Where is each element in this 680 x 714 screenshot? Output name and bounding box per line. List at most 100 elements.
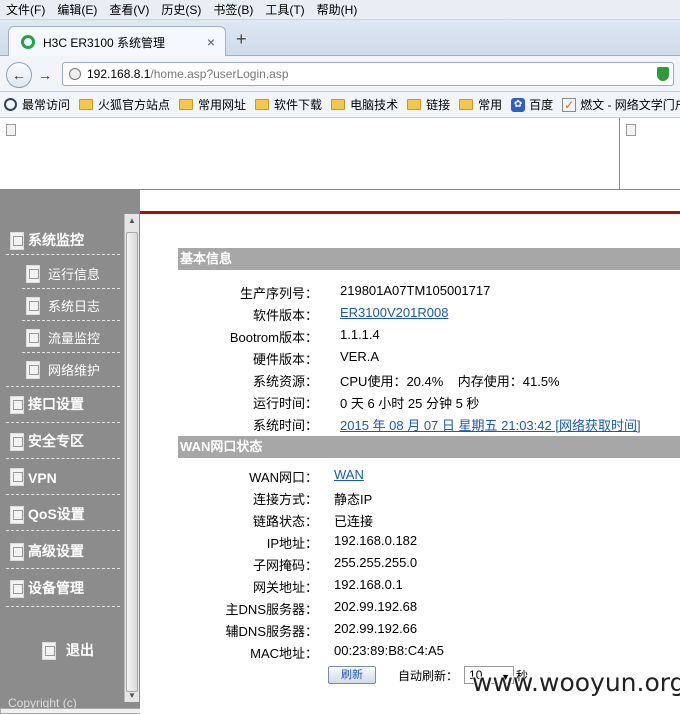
divider bbox=[6, 422, 120, 423]
bookmark-downloads[interactable]: 软件下载 bbox=[255, 96, 322, 113]
back-button[interactable]: ← bbox=[6, 62, 32, 88]
row-label: 系统资源： bbox=[252, 374, 318, 389]
menu-icon bbox=[10, 232, 24, 250]
sidebar-sub-traffic[interactable]: 流量监控 bbox=[26, 328, 100, 347]
paw-icon: ✿ bbox=[511, 97, 526, 112]
row-ip: IP地址： 192.168.0.182 bbox=[178, 530, 680, 552]
folder-icon bbox=[407, 99, 422, 110]
close-tab-icon[interactable]: × bbox=[207, 34, 215, 50]
sidebar-item-monitor[interactable]: 系统监控 bbox=[10, 230, 84, 250]
scroll-up-icon[interactable]: ▲ bbox=[127, 216, 137, 225]
row-label: 连接方式： bbox=[252, 492, 318, 507]
row-dns-primary: 主DNS服务器： 202.99.192.68 bbox=[178, 596, 680, 618]
sidebar-item-qos[interactable]: QoS设置 bbox=[10, 504, 85, 524]
row-wan-port: WAN网口： WAN bbox=[178, 464, 680, 486]
refresh-button[interactable]: 刷新 bbox=[328, 666, 376, 684]
row-label: 硬件版本： bbox=[252, 352, 318, 367]
folder-icon bbox=[179, 99, 194, 110]
menu-bar: 文件(F) 编辑(E) 查看(V) 历史(S) 书签(B) 工具(T) 帮助(H… bbox=[0, 0, 680, 20]
menu-icon bbox=[10, 580, 24, 598]
row-value: 255.255.255.0 bbox=[334, 555, 418, 570]
bookmark-label: 常用 bbox=[478, 98, 503, 112]
sidebar-scrollbar[interactable]: ▲ ▼ bbox=[124, 214, 139, 702]
folder-icon bbox=[331, 99, 346, 110]
bookmark-label: 火狐官方站点 bbox=[98, 98, 171, 112]
bookmark-links[interactable]: 链接 bbox=[407, 96, 450, 113]
sidebar-item-device[interactable]: 设备管理 bbox=[10, 578, 84, 598]
bookmark-pc-tech[interactable]: 电脑技术 bbox=[331, 96, 398, 113]
bookmark-firefox[interactable]: 火狐官方站点 bbox=[79, 96, 170, 113]
row-dns-secondary: 辅DNS服务器： 202.99.192.66 bbox=[178, 618, 680, 640]
row-label: 软件版本： bbox=[252, 308, 318, 323]
forward-button[interactable]: → bbox=[34, 64, 56, 86]
address-bar[interactable]: 192.168.8.1 /home.asp?userLogin.asp bbox=[62, 62, 674, 86]
bookmark-common[interactable]: 常用 bbox=[459, 96, 502, 113]
sidebar-sub-maintenance[interactable]: 网络维护 bbox=[26, 360, 100, 379]
top-frame bbox=[0, 118, 680, 190]
bookmark-label: 常用网址 bbox=[198, 98, 247, 112]
sidebar-item-advanced[interactable]: 高级设置 bbox=[10, 541, 84, 561]
menu-help[interactable]: 帮助(H) bbox=[317, 1, 358, 18]
bookmark-common-sites[interactable]: 常用网址 bbox=[179, 96, 246, 113]
divider bbox=[6, 254, 120, 255]
menu-view[interactable]: 查看(V) bbox=[109, 1, 149, 18]
tab-title: H3C ER3100 系统管理 bbox=[43, 35, 166, 50]
row-value: 219801A07TM105001717 bbox=[340, 283, 491, 298]
row-label: 主DNS服务器： bbox=[225, 602, 318, 617]
scroll-down-icon[interactable]: ▼ bbox=[127, 691, 137, 700]
menu-history[interactable]: 历史(S) bbox=[161, 1, 201, 18]
tab-strip: H3C ER3100 系统管理 × + bbox=[0, 20, 680, 57]
auto-refresh-label: 自动刷新： bbox=[398, 668, 459, 683]
sidebar-sub-runtime[interactable]: 运行信息 bbox=[26, 264, 100, 283]
menu-bookmarks[interactable]: 书签(B) bbox=[213, 1, 253, 18]
row-netmask: 子网掩码： 255.255.255.0 bbox=[178, 552, 680, 574]
sidebar-item-label: 设备管理 bbox=[28, 580, 84, 596]
row-value: CPU使用：20.4% 内存使用：41.5% bbox=[340, 374, 560, 389]
magnifier-icon bbox=[4, 98, 17, 111]
sidebar: 系统监控 运行信息 系统日志 流量监控 网络维护 接口设置 安全专区 VPN Q… bbox=[0, 190, 140, 714]
software-version-link[interactable]: ER3100V201R008 bbox=[340, 305, 448, 320]
logout-button[interactable]: 退出 bbox=[42, 640, 94, 660]
menu-icon bbox=[10, 543, 24, 561]
divider bbox=[6, 386, 120, 387]
shield-icon[interactable] bbox=[657, 67, 669, 81]
menu-file[interactable]: 文件(F) bbox=[6, 1, 45, 18]
sidebar-sub-label: 系统日志 bbox=[48, 299, 101, 314]
row-conn-type: 连接方式： 静态IP bbox=[178, 486, 680, 508]
bookmark-label: 最常访问 bbox=[22, 98, 71, 112]
menu-edit[interactable]: 编辑(E) bbox=[57, 1, 97, 18]
sidebar-item-security[interactable]: 安全专区 bbox=[10, 431, 84, 451]
bookmark-label: 燃文 - 网络文学门户 bbox=[580, 98, 680, 112]
globe-icon bbox=[69, 68, 81, 80]
system-time-link[interactable]: 2015 年 08 月 07 日 星期五 21:03:42 [网络获取时间] bbox=[340, 415, 641, 434]
broken-image-icon bbox=[626, 124, 636, 136]
watermark: www.wooyun.org bbox=[472, 668, 680, 697]
row-value: 192.168.0.1 bbox=[334, 577, 403, 592]
page-icon bbox=[26, 297, 40, 315]
page-icon bbox=[26, 329, 40, 347]
sidebar-sub-label: 流量监控 bbox=[48, 331, 101, 346]
divider bbox=[22, 320, 120, 321]
row-label: IP地址： bbox=[266, 536, 318, 551]
bookmark-most-visited[interactable]: 最常访问 bbox=[4, 96, 70, 113]
bookmark-baidu[interactable]: ✿ 百度 bbox=[511, 96, 553, 113]
menu-tools[interactable]: 工具(T) bbox=[265, 1, 304, 18]
tab-h3c[interactable]: H3C ER3100 系统管理 × bbox=[8, 26, 226, 57]
row-hardware: 硬件版本： VER.A bbox=[178, 346, 680, 368]
sidebar-item-interface[interactable]: 接口设置 bbox=[10, 394, 84, 414]
back-arrow-icon: ← bbox=[12, 67, 26, 83]
row-link-status: 链路状态： 已连接 bbox=[178, 508, 680, 530]
bookmark-ranwen[interactable]: ✓ 燃文 - 网络文学门户 bbox=[562, 96, 680, 113]
checkmark-icon: ✓ bbox=[562, 97, 577, 112]
wan-port-link[interactable]: WAN bbox=[334, 467, 364, 482]
new-tab-icon[interactable]: + bbox=[236, 29, 247, 50]
sidebar-item-vpn[interactable]: VPN bbox=[10, 468, 57, 486]
main-content: 基本信息 生产序列号： 219801A07TM105001717 软件版本： E… bbox=[140, 190, 680, 714]
sidebar-sub-syslog[interactable]: 系统日志 bbox=[26, 296, 100, 315]
row-mac: MAC地址： 00:23:89:B8:C4:A5 bbox=[178, 640, 680, 662]
page-icon bbox=[26, 265, 40, 283]
row-label: MAC地址： bbox=[250, 646, 318, 661]
sidebar-item-label: QoS设置 bbox=[28, 506, 85, 522]
header-rule bbox=[140, 211, 680, 214]
scroll-thumb[interactable] bbox=[126, 232, 138, 692]
